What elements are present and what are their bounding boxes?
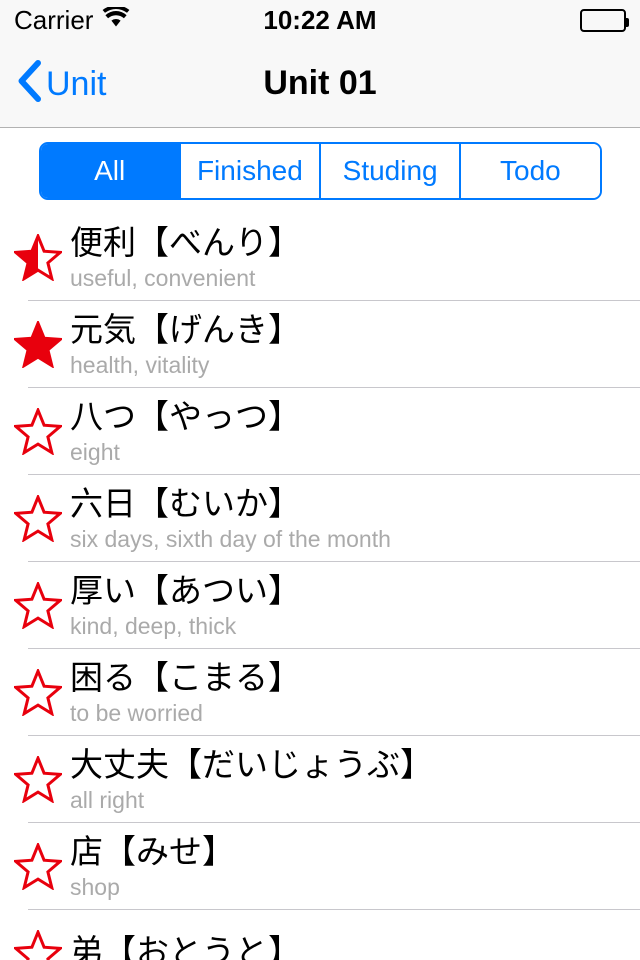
segment-studing[interactable]: Studing [319, 144, 460, 198]
word-list: 便利【べんり】 useful, convenient 元気【げんき】 health, … [0, 214, 640, 960]
word-row[interactable]: 厚い【あつい】 kind, deep, thick [0, 562, 640, 649]
battery-full-icon [580, 8, 629, 32]
word-term: 厚い【あつい】 [70, 571, 301, 609]
word-row-text: 厚い【あつい】 kind, deep, thick [70, 572, 640, 639]
word-meaning: health, vitality [70, 351, 210, 378]
status-bar: Carrier 10:22 AM [0, 0, 640, 40]
word-term: 元気【げんき】 [70, 310, 301, 348]
word-term: 六日【むいか】 [70, 484, 301, 522]
segment-all[interactable]: All [40, 144, 179, 198]
word-row[interactable]: 元気【げんき】 health, vitality [0, 301, 640, 388]
wifi-icon [102, 4, 130, 34]
carrier-label: Carrier [14, 5, 94, 35]
word-row-text: 大丈夫【だいじょうぶ】 all right [70, 746, 640, 813]
battery-cap [626, 17, 629, 27]
word-term: 店【みせ】 [70, 832, 235, 870]
status-bar-right [580, 8, 629, 32]
segmented-control[interactable]: All Finished Studing Todo [38, 142, 602, 200]
word-row[interactable]: 大丈夫【だいじょうぶ】 all right [0, 736, 640, 823]
word-row-text: 六日【むいか】 six days, sixth day of the month [70, 485, 640, 552]
word-term: 便利【べんり】 [70, 223, 301, 261]
word-row-text: 元気【げんき】 health, vitality [70, 311, 640, 378]
segment-finished[interactable]: Finished [178, 144, 319, 198]
star-outline-icon[interactable] [0, 843, 70, 890]
star-outline-icon[interactable] [0, 495, 70, 542]
word-term: 弟【おとうと】 [70, 933, 301, 960]
page-title: Unit 01 [263, 64, 377, 102]
navigation-bar: Unit Unit 01 [0, 40, 640, 128]
status-bar-left: Carrier [14, 4, 130, 35]
star-outline-icon[interactable] [0, 408, 70, 455]
word-row-text: 困る【こまる】 to be worried [70, 659, 640, 726]
word-row[interactable]: 困る【こまる】 to be worried [0, 649, 640, 736]
word-row-text: 便利【べんり】 useful, convenient [70, 224, 640, 291]
word-row[interactable]: 六日【むいか】 six days, sixth day of the month [0, 475, 640, 562]
star-outline-icon[interactable] [0, 582, 70, 629]
word-meaning: all right [70, 786, 145, 813]
star-outline-icon[interactable] [0, 756, 70, 803]
word-row[interactable]: 店【みせ】 shop [0, 823, 640, 910]
word-row[interactable]: 便利【べんり】 useful, convenient [0, 214, 640, 301]
word-row-text: 店【みせ】 shop [70, 833, 640, 900]
word-meaning: shop [70, 873, 120, 900]
word-row[interactable]: 弟【おとうと】 [0, 910, 640, 960]
word-meaning: eight [70, 438, 120, 465]
word-row-text: 弟【おとうと】 [70, 933, 640, 960]
filter-bar: All Finished Studing Todo [0, 128, 640, 214]
segment-todo[interactable]: Todo [459, 144, 600, 198]
word-term: 大丈夫【だいじょうぶ】 [70, 745, 433, 783]
word-meaning: kind, deep, thick [70, 612, 237, 639]
word-meaning: to be worried [70, 699, 203, 726]
word-term: 困る【こまる】 [70, 658, 301, 696]
star-outline-icon[interactable] [0, 669, 70, 716]
word-meaning: useful, convenient [70, 264, 256, 291]
star-outline-icon[interactable] [0, 930, 70, 960]
word-row-text: 八つ【やっつ】 eight [70, 398, 640, 465]
star-filled-icon[interactable] [0, 321, 70, 368]
word-row[interactable]: 八つ【やっつ】 eight [0, 388, 640, 475]
star-half-icon[interactable] [0, 234, 70, 281]
word-meaning: six days, sixth day of the month [70, 525, 391, 552]
word-term: 八つ【やっつ】 [70, 397, 301, 435]
app-screen: Carrier 10:22 AM Unit Unit 01 All Finish… [0, 0, 640, 960]
